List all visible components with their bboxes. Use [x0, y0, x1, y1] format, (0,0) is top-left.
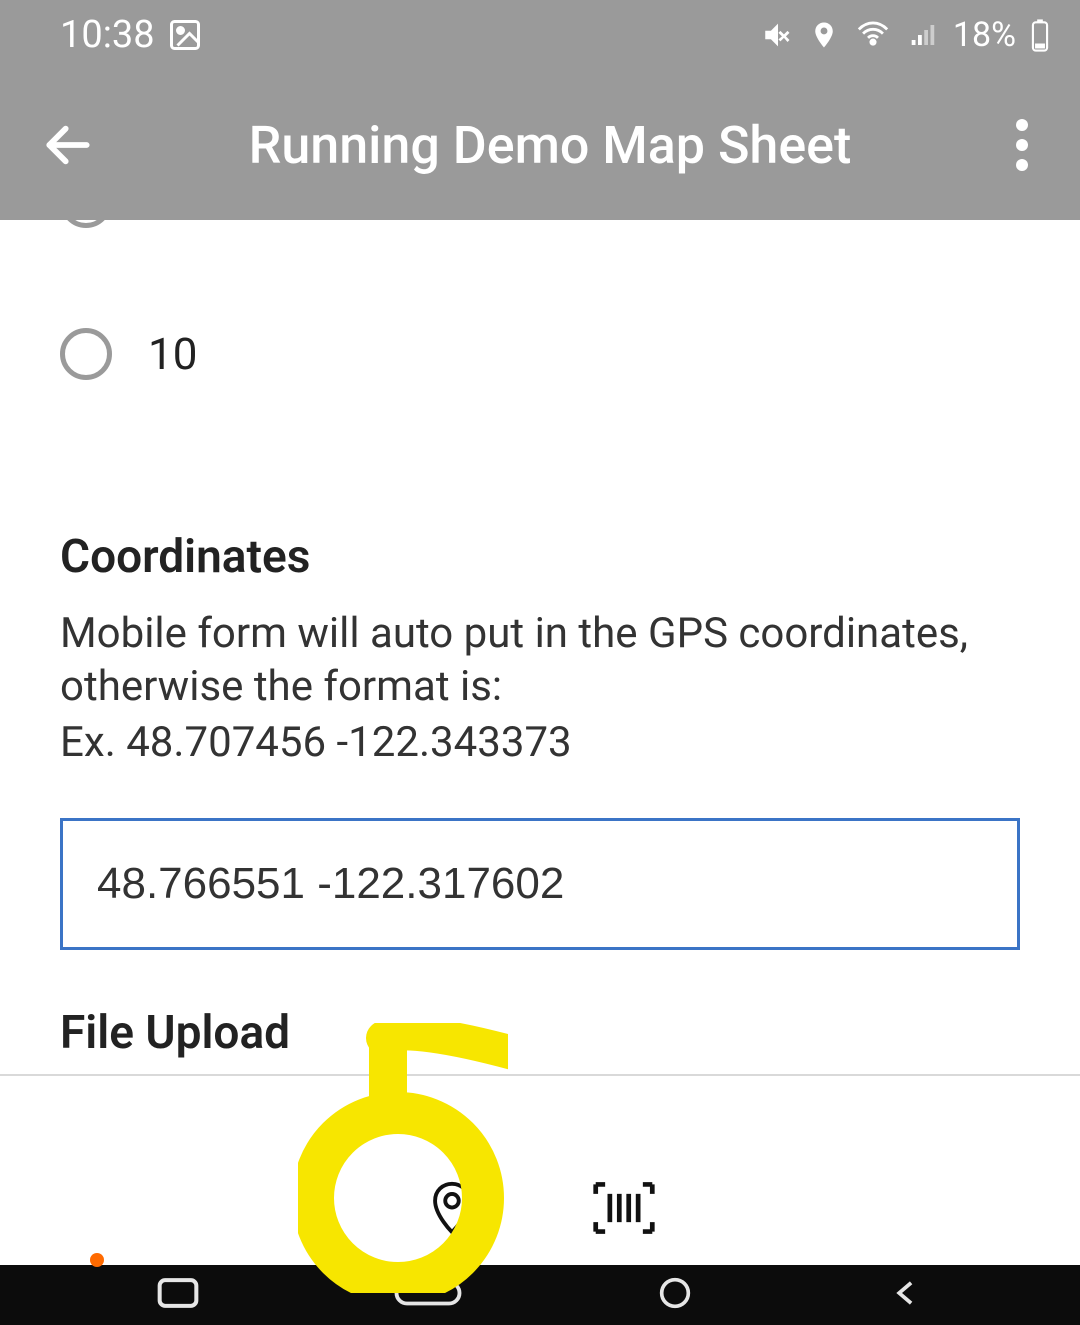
radio-option-prev[interactable] [60, 206, 1020, 228]
notification-dot-icon [90, 1253, 104, 1267]
form-content: 10 Coordinates Mobile form will auto put… [0, 206, 1080, 1060]
status-left: 10:38 [60, 13, 203, 57]
photo-icon [167, 17, 203, 53]
coordinates-help-1: Mobile form will auto put in the GPS coo… [60, 608, 1020, 713]
nav-pill-icon[interactable] [393, 1278, 463, 1312]
map-pin-icon [423, 1179, 481, 1237]
file-upload-heading: File Upload [60, 1006, 1020, 1060]
signal-icon [907, 20, 939, 50]
divider [0, 1074, 1080, 1076]
coordinates-input[interactable] [60, 818, 1020, 950]
location-action-button[interactable] [423, 1179, 481, 1241]
nav-back-icon[interactable] [888, 1276, 924, 1314]
back-button[interactable] [28, 117, 108, 173]
nav-bar [0, 1265, 1080, 1325]
coordinates-heading: Coordinates [60, 530, 1020, 584]
location-icon [809, 20, 839, 50]
more-button[interactable] [992, 119, 1052, 171]
bottom-area [0, 1155, 1080, 1325]
barcode-scan-button[interactable] [591, 1179, 657, 1241]
arrow-left-icon [40, 117, 96, 173]
app-bar: Running Demo Map Sheet [0, 70, 1080, 220]
battery-icon [1030, 18, 1050, 52]
nav-recents-icon[interactable] [156, 1276, 200, 1314]
radio-option-10[interactable]: 10 [60, 328, 1020, 380]
status-time: 10:38 [60, 13, 155, 57]
barcode-scan-icon [591, 1179, 657, 1237]
status-right: 18% [761, 15, 1050, 55]
page-title: Running Demo Map Sheet [108, 115, 992, 176]
more-vert-icon [1016, 119, 1028, 171]
coordinates-help-2: Ex. 48.707456 -122.343373 [60, 717, 1020, 770]
radio-label: 10 [148, 328, 197, 380]
nav-home-icon[interactable] [655, 1276, 695, 1314]
radio-icon [60, 328, 112, 380]
mute-icon [761, 18, 795, 52]
status-bar: 10:38 18% [0, 0, 1080, 70]
action-row [0, 1155, 1080, 1265]
wifi-icon [853, 18, 893, 52]
battery-pct: 18% [953, 15, 1016, 55]
